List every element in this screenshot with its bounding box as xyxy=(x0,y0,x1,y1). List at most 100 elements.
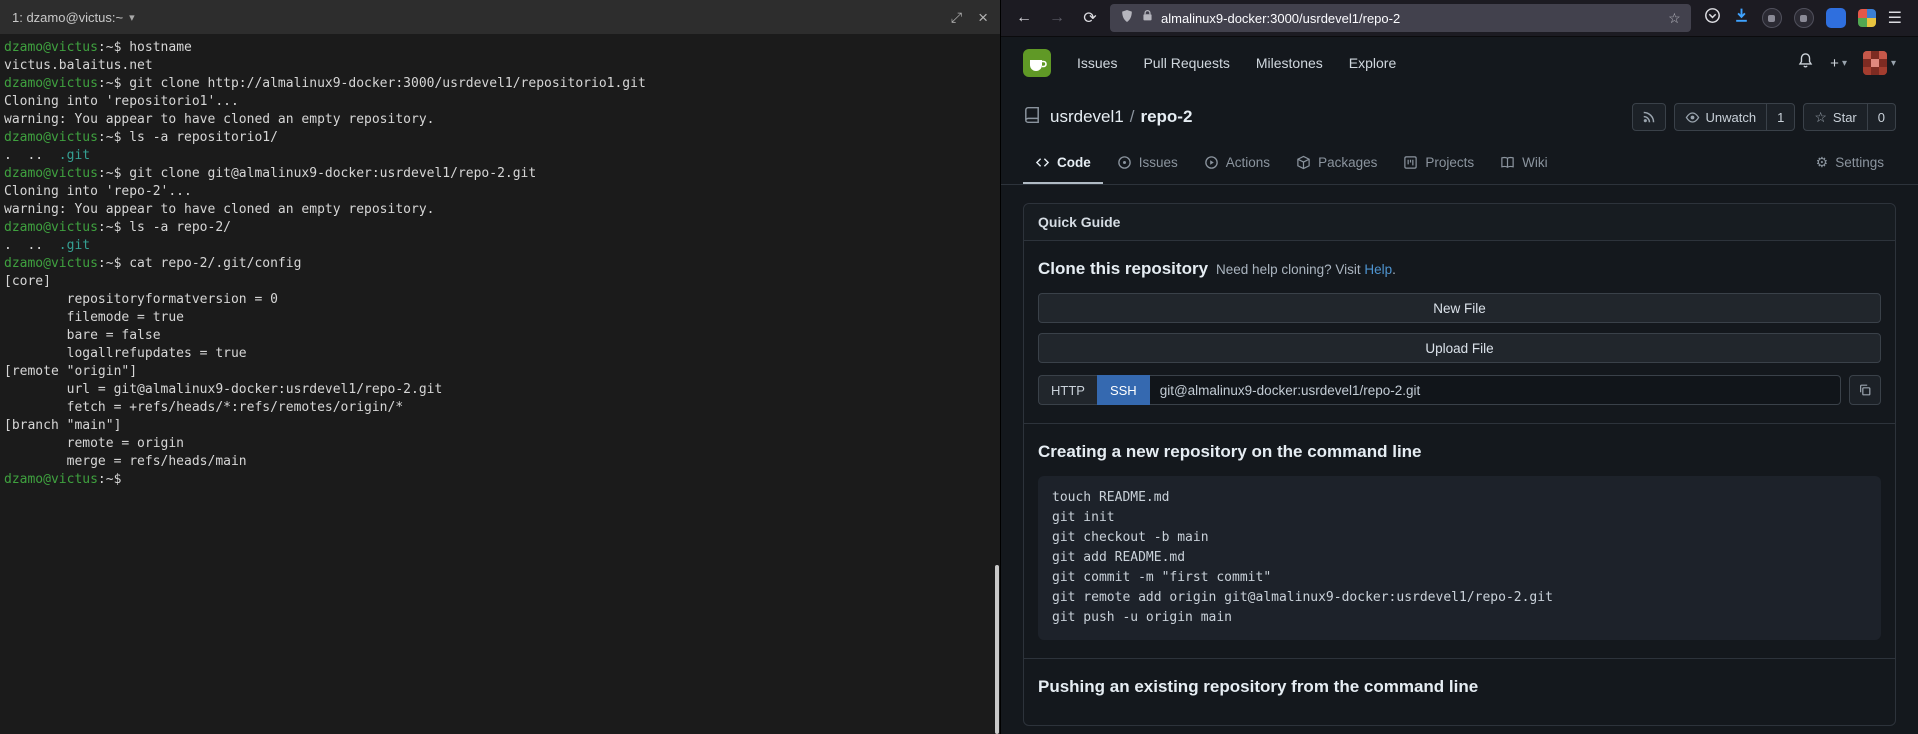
tab-issues[interactable]: Issues xyxy=(1105,143,1190,184)
quick-guide-card: Quick Guide Clone this repository Need h… xyxy=(1023,203,1896,726)
tab-packages[interactable]: Packages xyxy=(1284,143,1389,184)
terminal-window-buttons: ⤢ × xyxy=(951,9,988,26)
tab-projects[interactable]: Projects xyxy=(1391,143,1486,184)
unwatch-button[interactable]: Unwatch 1 xyxy=(1674,103,1796,131)
reload-button[interactable]: ⟳ xyxy=(1077,5,1103,31)
play-circle-icon xyxy=(1204,155,1219,170)
downloads-icon[interactable] xyxy=(1733,7,1750,29)
star-button[interactable]: ☆ Star 0 xyxy=(1803,103,1896,131)
terminal-line: victus.balaitus.net xyxy=(4,57,1000,75)
rss-feed-button[interactable] xyxy=(1632,103,1666,131)
tab-wiki[interactable]: Wiki xyxy=(1488,143,1560,184)
ssh-toggle-button[interactable]: SSH xyxy=(1097,375,1150,405)
extension-glyph xyxy=(1768,15,1775,22)
close-window-icon[interactable]: × xyxy=(978,9,988,26)
notifications-bell-icon[interactable] xyxy=(1797,52,1814,74)
clone-url-row: HTTP SSH xyxy=(1038,375,1881,405)
plus-icon: + xyxy=(1830,55,1839,72)
gear-icon: ⚙ xyxy=(1816,154,1829,171)
star-count[interactable]: 0 xyxy=(1867,104,1895,130)
nav-item-issues[interactable]: Issues xyxy=(1065,47,1129,79)
repo-content: Quick Guide Clone this repository Need h… xyxy=(1001,185,1918,734)
package-icon xyxy=(1296,155,1311,170)
terminal-line: dzamo@victus:~$ xyxy=(4,471,1000,489)
terminal-scrollbar[interactable] xyxy=(995,34,999,734)
project-board-icon xyxy=(1403,155,1418,170)
terminal-line: [remote "origin"] xyxy=(4,363,1000,381)
terminal-line: dzamo@victus:~$ ls -a repo-2/ xyxy=(4,219,1000,237)
terminal-line: fetch = +refs/heads/*:refs/remotes/origi… xyxy=(4,399,1000,417)
repo-icon xyxy=(1023,106,1041,129)
forward-button[interactable]: → xyxy=(1044,5,1070,31)
star-label-segment[interactable]: ☆ Star xyxy=(1804,104,1866,130)
quick-guide-body: Clone this repository Need help cloning?… xyxy=(1024,241,1895,725)
menu-icon[interactable]: ☰ xyxy=(1888,8,1902,28)
bookmark-star-icon[interactable]: ☆ xyxy=(1668,10,1681,27)
upload-file-button[interactable]: Upload File xyxy=(1038,333,1881,363)
user-menu[interactable]: ▾ xyxy=(1863,51,1896,75)
terminal-titlebar[interactable]: 1: dzamo@victus:~ ▾ ⤢ × xyxy=(0,0,1000,34)
lock-icon[interactable] xyxy=(1141,9,1154,27)
section-divider xyxy=(1024,658,1895,659)
extension-icon-1[interactable] xyxy=(1762,8,1782,28)
star-label: Star xyxy=(1833,110,1857,125)
url-bar[interactable]: almalinux9-docker:3000/usrdevel1/repo-2 … xyxy=(1110,4,1691,32)
pocket-icon[interactable] xyxy=(1704,7,1721,29)
browser-toolbar: ← → ⟳ almalinux9-docker:3000/usrdevel1/r… xyxy=(1001,0,1918,37)
terminal-scrollbar-thumb[interactable] xyxy=(995,565,999,734)
terminal-output: dzamo@victus:~$ hostnamevictus.balaitus.… xyxy=(4,39,1000,489)
create-new-button[interactable]: + ▾ xyxy=(1830,55,1847,72)
terminal-line: url = git@almalinux9-docker:usrdevel1/re… xyxy=(4,381,1000,399)
tab-actions[interactable]: Actions xyxy=(1192,143,1282,184)
create-repo-code-block: touch README.md git init git checkout -b… xyxy=(1038,476,1881,640)
terminal-title: 1: dzamo@victus:~ xyxy=(12,10,123,25)
repo-name-link[interactable]: repo-2 xyxy=(1140,107,1192,127)
copy-url-button[interactable] xyxy=(1849,375,1881,405)
gitea-logo[interactable] xyxy=(1023,49,1051,77)
extension-glyph xyxy=(1800,15,1807,22)
issue-circle-icon xyxy=(1117,155,1132,170)
profile-avatar[interactable] xyxy=(1858,9,1876,27)
terminal-line: dzamo@victus:~$ git clone http://almalin… xyxy=(4,75,1000,93)
unwatch-label-segment[interactable]: Unwatch xyxy=(1675,104,1767,130)
nav-item-pull-requests[interactable]: Pull Requests xyxy=(1131,47,1241,79)
terminal-line: Cloning into 'repo-2'... xyxy=(4,183,1000,201)
chevron-down-icon: ▾ xyxy=(1891,58,1896,69)
nav-item-milestones[interactable]: Milestones xyxy=(1244,47,1335,79)
repo-tab-bar: Code Issues Actions Packages Projects xyxy=(1001,143,1918,185)
tab-label: Wiki xyxy=(1522,155,1548,170)
user-avatar[interactable] xyxy=(1863,51,1887,75)
terminal-line: . .. .git xyxy=(4,147,1000,165)
chevron-down-icon: ▾ xyxy=(1842,58,1847,69)
gitea-page: Issues Pull Requests Milestones Explore … xyxy=(1001,37,1918,734)
tab-label: Code xyxy=(1057,155,1091,170)
restore-window-icon[interactable]: ⤢ xyxy=(951,10,962,24)
wiki-book-icon xyxy=(1500,155,1515,170)
new-file-button[interactable]: New File xyxy=(1038,293,1881,323)
terminal-body[interactable]: dzamo@victus:~$ hostnamevictus.balaitus.… xyxy=(0,34,1000,734)
tab-code[interactable]: Code xyxy=(1023,143,1103,184)
extension-icon-3[interactable] xyxy=(1826,8,1846,28)
terminal-line: repositoryformatversion = 0 xyxy=(4,291,1000,309)
tracking-protection-icon[interactable] xyxy=(1120,9,1134,28)
tab-label: Issues xyxy=(1139,155,1178,170)
tab-settings[interactable]: ⚙ Settings xyxy=(1804,143,1896,184)
repo-header: usrdevel1 / repo-2 Unwatch 1 xyxy=(1001,89,1918,143)
back-button[interactable]: ← xyxy=(1011,5,1037,31)
watch-count[interactable]: 1 xyxy=(1766,104,1794,130)
tab-label: Packages xyxy=(1318,155,1377,170)
url-text[interactable]: almalinux9-docker:3000/usrdevel1/repo-2 xyxy=(1161,11,1661,26)
terminal-line: filemode = true xyxy=(4,309,1000,327)
browser-action-icons: ☰ xyxy=(1698,7,1908,29)
eye-icon xyxy=(1685,110,1700,125)
extension-icon-2[interactable] xyxy=(1794,8,1814,28)
help-link[interactable]: Help xyxy=(1364,262,1392,277)
chevron-down-icon[interactable]: ▾ xyxy=(129,11,135,24)
terminal-line: remote = origin xyxy=(4,435,1000,453)
repo-owner-link[interactable]: usrdevel1 xyxy=(1050,107,1124,127)
http-toggle-button[interactable]: HTTP xyxy=(1038,375,1097,405)
nav-item-explore[interactable]: Explore xyxy=(1337,47,1408,79)
terminal-line: Cloning into 'repositorio1'... xyxy=(4,93,1000,111)
clone-url-input[interactable] xyxy=(1150,375,1841,405)
gitea-navbar: Issues Pull Requests Milestones Explore … xyxy=(1001,37,1918,89)
